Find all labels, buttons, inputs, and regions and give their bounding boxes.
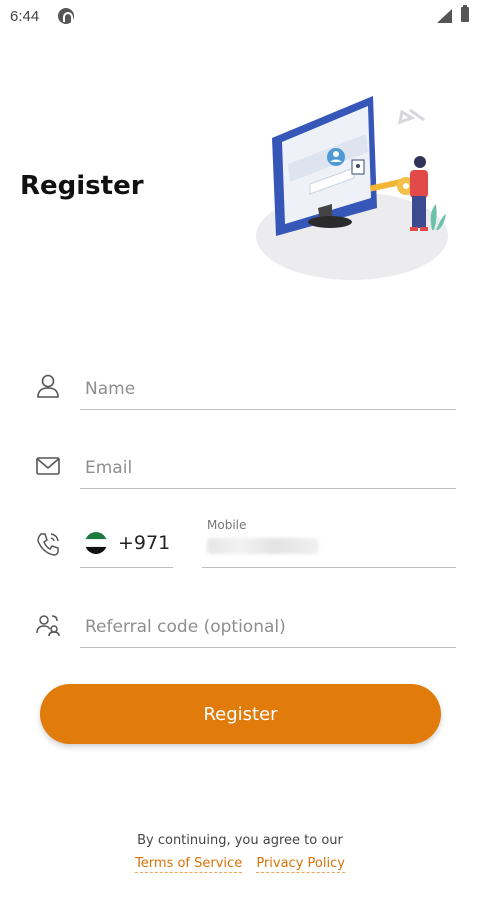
referral-field[interactable] bbox=[80, 608, 456, 648]
privacy-policy-link[interactable]: Privacy Policy bbox=[256, 856, 345, 873]
battery-icon bbox=[461, 5, 469, 22]
register-button[interactable]: Register bbox=[40, 684, 441, 744]
name-input[interactable] bbox=[85, 376, 445, 402]
referral-icon bbox=[36, 615, 60, 637]
consent-text: By continuing, you agree to our bbox=[137, 833, 343, 848]
uae-flag-icon[interactable] bbox=[85, 532, 107, 554]
signal-icon bbox=[437, 9, 452, 23]
page-title: Register bbox=[20, 171, 144, 201]
status-bar: 6:44 bbox=[0, 0, 480, 34]
status-time: 6:44 bbox=[10, 8, 40, 25]
email-field[interactable] bbox=[80, 449, 456, 489]
legal-links: Terms of Service Privacy Policy bbox=[0, 856, 480, 873]
mail-icon bbox=[36, 457, 60, 475]
mobile-label: Mobile bbox=[207, 518, 247, 532]
terms-of-service-link[interactable]: Terms of Service bbox=[135, 856, 243, 873]
referral-input[interactable] bbox=[85, 614, 445, 640]
phone-icon bbox=[37, 533, 59, 556]
email-input[interactable] bbox=[85, 455, 445, 481]
register-illustration bbox=[256, 96, 448, 280]
app-notification-icon bbox=[58, 8, 74, 24]
country-code[interactable]: +971 bbox=[118, 532, 170, 554]
person-icon bbox=[37, 374, 59, 398]
mobile-input-blurred[interactable] bbox=[207, 538, 319, 554]
name-field[interactable] bbox=[80, 370, 456, 410]
